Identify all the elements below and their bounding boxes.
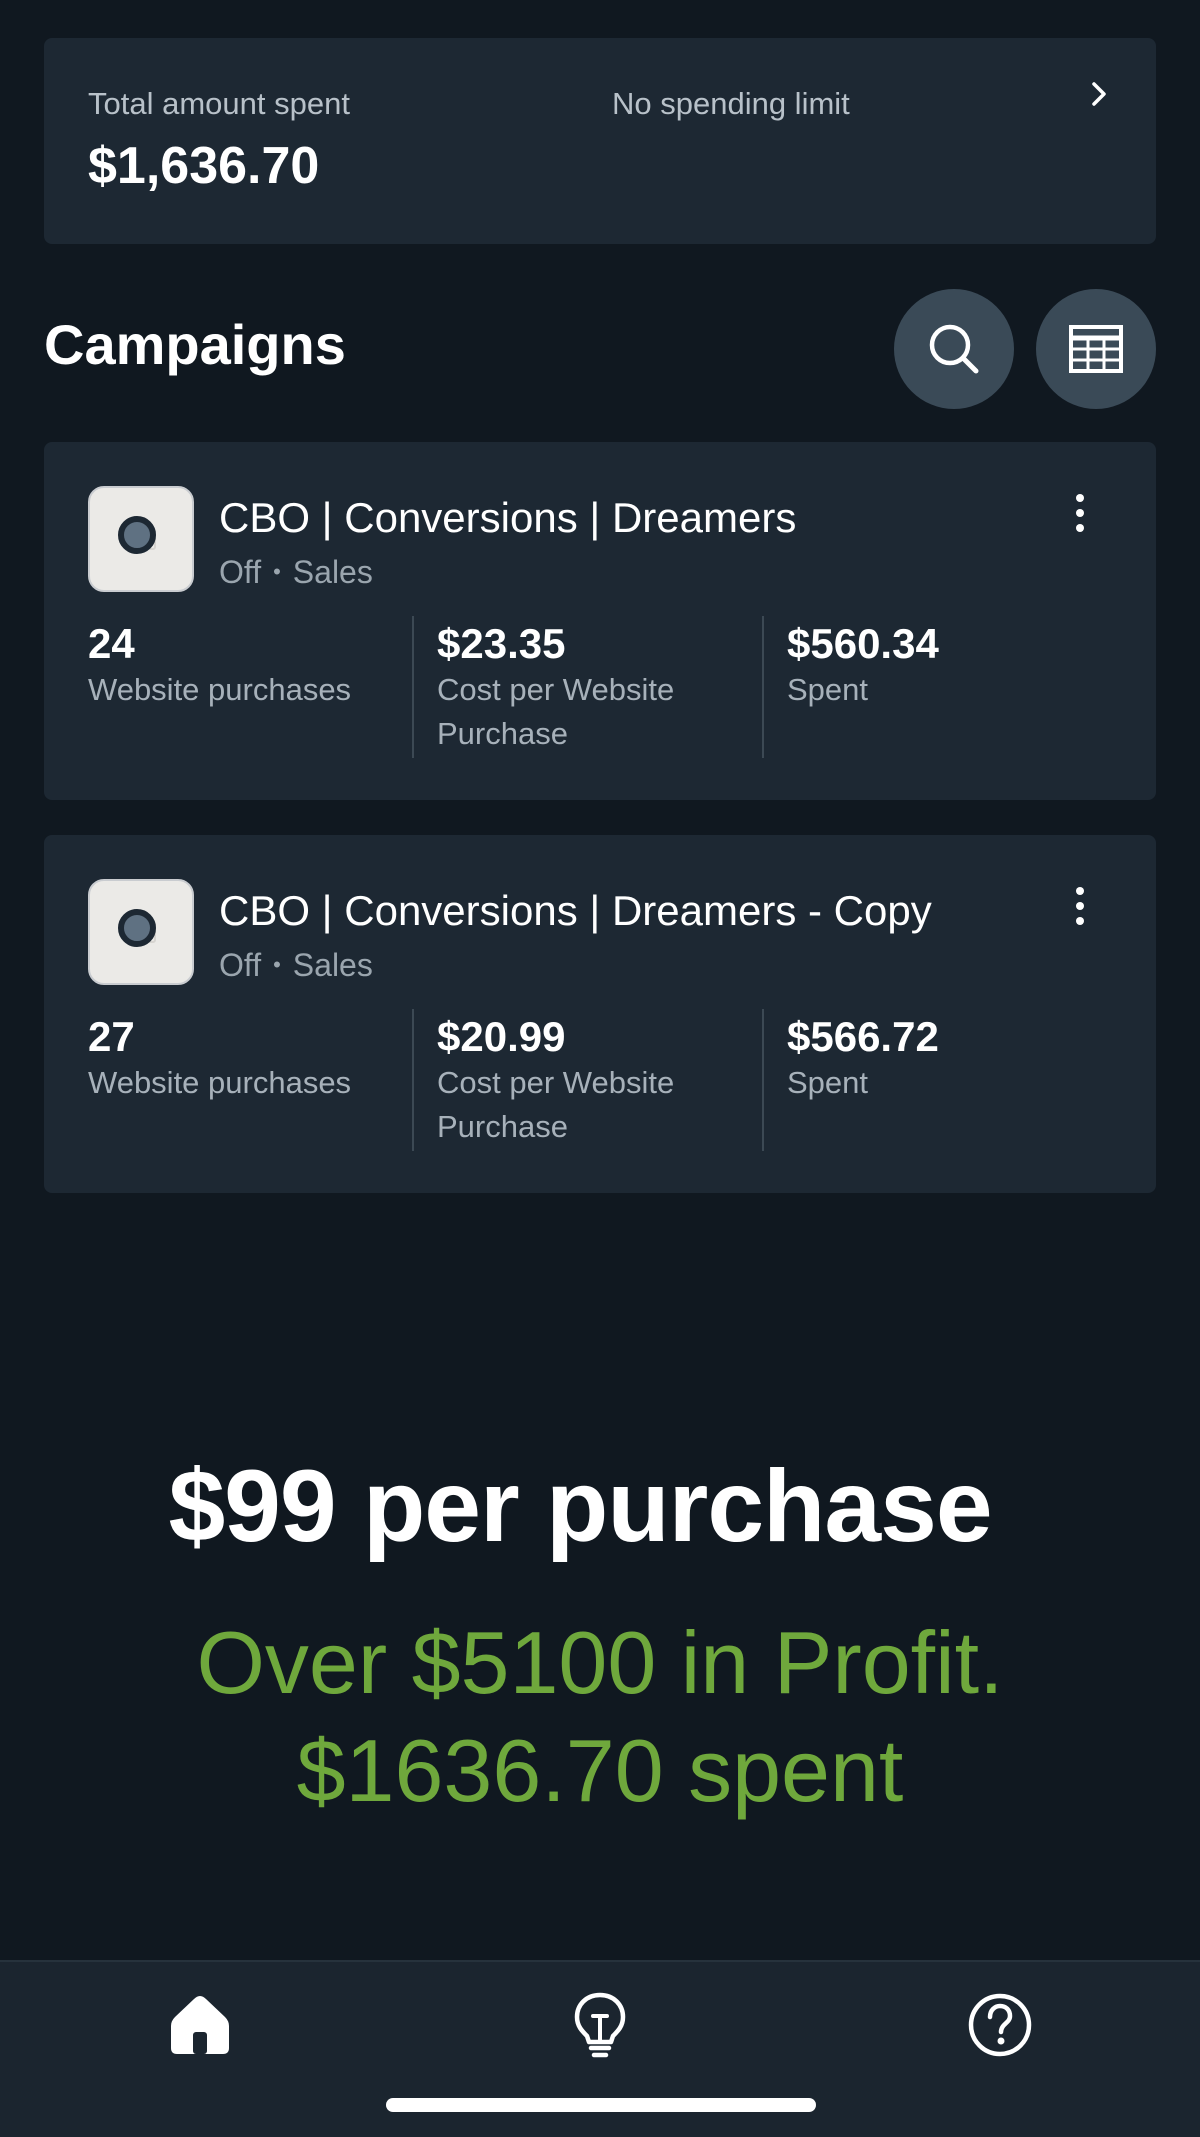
total-spent-value: $1,636.70	[88, 137, 320, 195]
metric-value: $23.35	[437, 620, 566, 667]
home-indicator[interactable]	[386, 2098, 816, 2112]
campaign-name[interactable]: CBO | Conversions | Dreamers	[219, 494, 796, 542]
metric-website-purchases: 27 Website purchases	[88, 1013, 418, 1105]
separator-dot: •	[273, 952, 281, 977]
metric-cost-per-purchase: $23.35 Cost per Website Purchase	[437, 620, 737, 756]
separator-dot: •	[273, 559, 281, 584]
search-icon	[929, 324, 979, 374]
campaign-card[interactable]: CBO | Conversions | Dreamers - Copy Off •…	[44, 835, 1156, 1193]
campaign-objective: Sales	[292, 554, 373, 590]
search-button[interactable]	[894, 289, 1014, 409]
metric-label: Spent	[787, 672, 869, 707]
divider	[412, 616, 414, 758]
chevron-right-icon[interactable]	[1084, 76, 1114, 112]
metric-website-purchases: 24 Website purchases	[88, 620, 418, 712]
metric-label: Spent	[787, 1065, 869, 1100]
metric-spent: $560.34 Spent	[787, 620, 1087, 712]
metric-label: Cost per Website Purchase	[437, 672, 675, 751]
campaign-card[interactable]: CBO | Conversions | Dreamers Off • Sales 2…	[44, 442, 1156, 800]
total-spent-label: Total amount spent	[88, 86, 350, 121]
metric-value: 27	[88, 1013, 135, 1060]
spending-limit-label: No spending limit	[612, 86, 850, 121]
campaign-status: Off	[219, 947, 262, 983]
divider	[762, 1009, 764, 1151]
overlay-heading: $99 per purchase	[168, 1449, 992, 1563]
more-vertical-icon[interactable]	[1072, 885, 1088, 927]
overlay-profit-line: Over $5100 in Profit.	[196, 1613, 1004, 1712]
overlay-spent-line: $1636.70 spent	[296, 1721, 904, 1820]
campaign-status-line: Off • Sales	[219, 554, 373, 591]
metric-spent: $566.72 Spent	[787, 1013, 1087, 1105]
table-icon	[1069, 325, 1123, 373]
campaign-name[interactable]: CBO | Conversions | Dreamers - Copy	[219, 887, 932, 935]
campaigns-heading: Campaigns	[44, 313, 346, 376]
metric-label: Cost per Website Purchase	[437, 1065, 675, 1144]
more-vertical-icon[interactable]	[1072, 492, 1088, 534]
metric-value: $560.34	[787, 620, 939, 667]
status-indicator	[118, 909, 156, 947]
divider	[412, 1009, 414, 1151]
campaign-objective: Sales	[292, 947, 373, 983]
home-icon[interactable]	[165, 1990, 235, 2060]
spending-summary-card[interactable]: Total amount spent $1,636.70 No spending…	[44, 38, 1156, 244]
divider	[762, 616, 764, 758]
campaign-status-line: Off • Sales	[219, 947, 373, 984]
metric-value: $566.72	[787, 1013, 939, 1060]
help-icon[interactable]	[965, 1990, 1035, 2060]
campaign-status: Off	[219, 554, 262, 590]
metric-value: $20.99	[437, 1013, 566, 1060]
metric-label: Website purchases	[88, 672, 352, 707]
table-view-button[interactable]	[1036, 289, 1156, 409]
metric-cost-per-purchase: $20.99 Cost per Website Purchase	[437, 1013, 737, 1149]
metric-value: 24	[88, 620, 135, 667]
status-indicator	[118, 516, 156, 554]
metric-label: Website purchases	[88, 1065, 352, 1100]
lightbulb-icon[interactable]	[565, 1990, 635, 2060]
